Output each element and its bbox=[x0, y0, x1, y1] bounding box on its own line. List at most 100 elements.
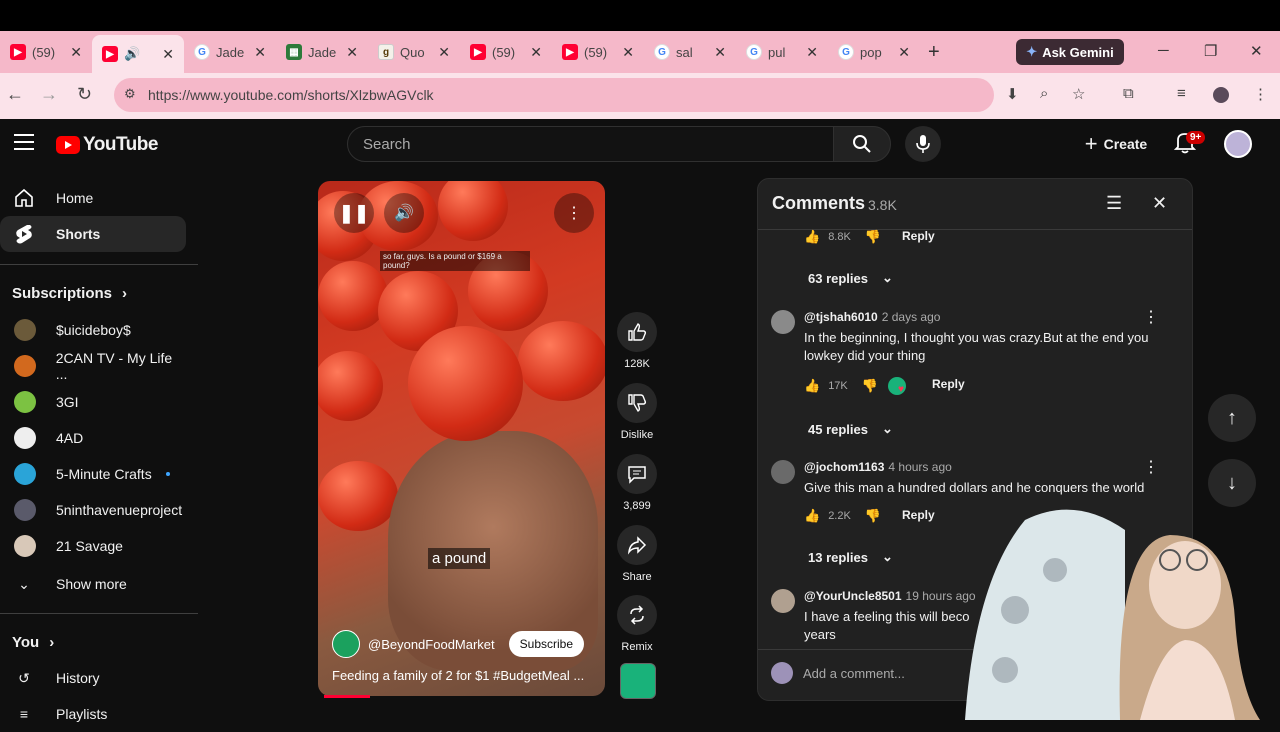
reload-icon[interactable]: ↻ bbox=[77, 84, 92, 105]
thumbs-up-icon[interactable]: 👍 bbox=[804, 378, 820, 394]
account-avatar[interactable] bbox=[1224, 130, 1252, 158]
comment-author[interactable]: @tjshah6010 2 days ago bbox=[804, 310, 940, 324]
comment-author[interactable]: @jochom1163 4 hours ago bbox=[804, 460, 952, 474]
thumbs-up-icon[interactable] bbox=[617, 312, 657, 352]
close-window-icon[interactable]: ✕ bbox=[1250, 42, 1263, 60]
close-tab-icon[interactable]: ✕ bbox=[162, 46, 174, 63]
restore-icon[interactable]: ❐ bbox=[1204, 42, 1217, 60]
replies-toggle[interactable]: 45 replies ⌄ bbox=[808, 421, 893, 437]
url-field[interactable]: ⚙ https://www.youtube.com/shorts/XlzbwAG… bbox=[114, 78, 994, 112]
browser-tab[interactable]: Gpul ✕ bbox=[736, 36, 828, 68]
replies-toggle[interactable]: 13 replies ⌄ bbox=[808, 549, 893, 565]
profile-avatar[interactable] bbox=[1213, 87, 1229, 103]
browser-menu-icon[interactable]: ⋮ bbox=[1253, 85, 1268, 103]
close-tab-icon[interactable]: ✕ bbox=[254, 44, 266, 61]
audio-icon[interactable]: 🔊 bbox=[124, 46, 162, 62]
commenter-avatar[interactable] bbox=[771, 589, 795, 613]
dislike-action[interactable]: Dislike bbox=[617, 383, 657, 441]
thumbs-down-icon[interactable]: 👎 bbox=[862, 378, 878, 394]
previous-short-button[interactable]: ↑ bbox=[1208, 394, 1256, 442]
search-input[interactable]: Search bbox=[347, 126, 834, 162]
browser-tab[interactable]: ▦ Jade ✕ bbox=[276, 36, 368, 68]
sidebar-subscription[interactable]: 2CAN TV - My Life ... bbox=[0, 348, 186, 384]
minimize-icon[interactable]: ─ bbox=[1158, 42, 1169, 59]
more-vert-icon[interactable]: ⋮ bbox=[1143, 307, 1159, 327]
sidebar-subscription[interactable]: 21 Savage bbox=[0, 528, 186, 564]
search-button[interactable] bbox=[833, 126, 891, 162]
close-tab-icon[interactable]: ✕ bbox=[622, 44, 634, 61]
replies-toggle[interactable]: 63 replies ⌄ bbox=[808, 270, 893, 286]
commenter-avatar[interactable] bbox=[771, 460, 795, 484]
thumbs-up-icon[interactable]: 👍 bbox=[804, 229, 820, 245]
menu-icon[interactable] bbox=[14, 134, 34, 150]
subscribe-button[interactable]: Subscribe bbox=[508, 631, 585, 657]
voice-search-button[interactable] bbox=[905, 126, 941, 162]
forward-icon[interactable]: → bbox=[40, 84, 58, 105]
sidebar-subscription[interactable]: 3GI bbox=[0, 384, 186, 420]
extensions-icon[interactable]: ⧉ bbox=[1123, 85, 1134, 102]
like-action[interactable]: 128K bbox=[617, 312, 657, 370]
comments-action[interactable]: 3,899 bbox=[617, 454, 657, 512]
close-tab-icon[interactable]: ✕ bbox=[346, 44, 358, 61]
browser-tab[interactable]: ▶ (59) ✕ bbox=[460, 36, 552, 68]
audio-source-thumbnail[interactable] bbox=[620, 663, 656, 699]
close-tab-icon[interactable]: ✕ bbox=[70, 44, 82, 61]
comment-icon[interactable] bbox=[617, 454, 657, 494]
pause-button[interactable]: ❚❚ bbox=[334, 193, 374, 233]
close-tab-icon[interactable]: ✕ bbox=[438, 44, 450, 61]
thumbs-down-icon[interactable]: 👎 bbox=[865, 508, 881, 524]
video-progress-bar[interactable] bbox=[324, 695, 370, 698]
subscriptions-heading[interactable]: Subscriptions › bbox=[12, 285, 127, 302]
channel-name[interactable]: @BeyondFoodMarket bbox=[368, 637, 495, 652]
close-tab-icon[interactable]: ✕ bbox=[898, 44, 910, 61]
media-controls-icon[interactable]: ≡ bbox=[1177, 85, 1186, 102]
add-comment-field[interactable]: Add a comment... bbox=[771, 662, 905, 684]
youtube-logo[interactable]: YouTube bbox=[56, 134, 158, 156]
new-tab-button[interactable]: + bbox=[928, 41, 940, 64]
browser-tab[interactable]: g Quo ✕ bbox=[368, 36, 460, 68]
sidebar-subscription[interactable]: 5ninthavenueproject bbox=[0, 492, 186, 528]
site-settings-icon[interactable]: ⚙ bbox=[124, 86, 136, 102]
browser-tab[interactable]: G Jade ✕ bbox=[184, 36, 276, 68]
zoom-icon[interactable]: ⌕ bbox=[1040, 85, 1048, 102]
sidebar-subscription[interactable]: 5-Minute Crafts bbox=[0, 456, 186, 492]
thumbs-up-icon[interactable]: 👍 bbox=[804, 508, 820, 524]
volume-button[interactable]: 🔊 bbox=[384, 193, 424, 233]
install-app-icon[interactable]: ⬇ bbox=[1006, 85, 1019, 103]
sidebar-item-history[interactable]: ↺ History bbox=[0, 660, 186, 696]
remix-action[interactable]: Remix bbox=[617, 595, 657, 653]
reply-button[interactable]: Reply bbox=[932, 377, 965, 391]
reply-button[interactable]: Reply bbox=[902, 229, 935, 243]
reply-button[interactable]: Reply bbox=[902, 508, 935, 522]
thumbs-down-icon[interactable] bbox=[617, 383, 657, 423]
share-action[interactable]: Share bbox=[617, 525, 657, 583]
browser-tab[interactable]: ▶ (59) ✕ bbox=[0, 36, 92, 68]
create-button[interactable]: + Create bbox=[1076, 128, 1156, 160]
close-tab-icon[interactable]: ✕ bbox=[530, 44, 542, 61]
video-more-button[interactable]: ⋮ bbox=[554, 193, 594, 233]
sidebar-item-playlists[interactable]: ≡ Playlists bbox=[0, 696, 186, 732]
thumbs-down-icon[interactable]: 👎 bbox=[865, 229, 881, 245]
sidebar-show-more[interactable]: ⌄ Show more bbox=[0, 566, 186, 602]
bookmark-star-icon[interactable]: ☆ bbox=[1072, 85, 1085, 103]
close-icon[interactable]: ✕ bbox=[1152, 193, 1167, 214]
sort-icon[interactable]: ☰ bbox=[1106, 193, 1122, 214]
sidebar-subscription[interactable]: 4AD bbox=[0, 420, 186, 456]
sidebar-subscription[interactable]: $uicideboy$ bbox=[0, 312, 186, 348]
video-title[interactable]: Feeding a family of 2 for $1 #BudgetMeal… bbox=[332, 668, 597, 683]
browser-tab[interactable]: ▶ (59) ✕ bbox=[552, 36, 644, 68]
remix-icon[interactable] bbox=[617, 595, 657, 635]
more-vert-icon[interactable]: ⋮ bbox=[1143, 457, 1159, 477]
sidebar-item-shorts[interactable]: Shorts bbox=[0, 216, 186, 252]
share-icon[interactable] bbox=[617, 525, 657, 565]
ask-gemini-button[interactable]: ✦ Ask Gemini bbox=[1016, 39, 1124, 65]
browser-tab[interactable]: Gsal ✕ bbox=[644, 36, 736, 68]
browser-tab-active[interactable]: ▶ 🔊 ✕ bbox=[92, 35, 184, 73]
commenter-avatar[interactable] bbox=[771, 310, 795, 334]
close-tab-icon[interactable]: ✕ bbox=[714, 44, 726, 61]
browser-tab[interactable]: Gpop ✕ bbox=[828, 36, 920, 68]
you-heading[interactable]: You › bbox=[12, 634, 54, 651]
channel-avatar[interactable] bbox=[332, 630, 360, 658]
sidebar-item-home[interactable]: Home bbox=[0, 180, 186, 216]
back-icon[interactable]: ← bbox=[6, 84, 24, 105]
